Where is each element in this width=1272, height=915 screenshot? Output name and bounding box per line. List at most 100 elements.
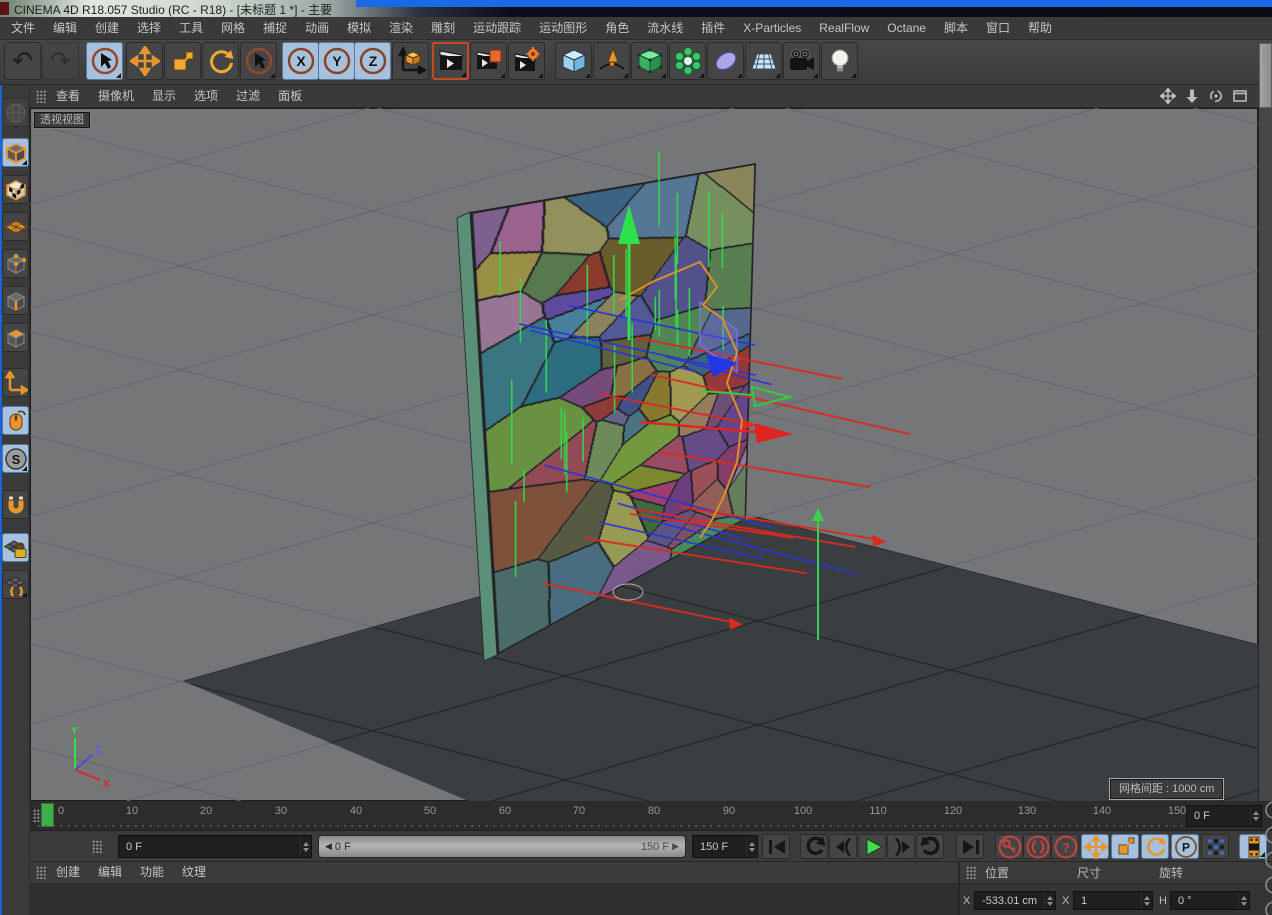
right-panel-splitter[interactable]: [1259, 43, 1272, 108]
menu-character[interactable]: 角色: [596, 17, 638, 40]
timeline-end-spinner[interactable]: 0 F: [1186, 805, 1262, 827]
stepper-icon[interactable]: [1044, 892, 1055, 909]
selection-tool-button[interactable]: [240, 42, 277, 80]
material-list-area[interactable]: [30, 884, 958, 915]
view-label[interactable]: 透视视图: [33, 111, 91, 129]
model-mode-button[interactable]: [2, 138, 29, 167]
position-x-field[interactable]: -533.01 cm: [974, 891, 1056, 910]
add-cube-button[interactable]: [555, 42, 592, 80]
menu-plugins[interactable]: 插件: [692, 17, 734, 40]
view-pan-icon[interactable]: [1160, 88, 1176, 104]
menu-simulate[interactable]: 模拟: [338, 17, 380, 40]
vp-menu-cameras[interactable]: 摄像机: [89, 85, 143, 108]
play-to-end-button[interactable]: [916, 834, 944, 859]
redo-button[interactable]: ↷: [42, 42, 79, 80]
menu-xparticles[interactable]: X-Particles: [734, 17, 810, 40]
material-menu-function[interactable]: 功能: [131, 861, 173, 884]
render-view-button[interactable]: [432, 42, 469, 80]
range-left-arrow-icon[interactable]: ◀: [319, 841, 335, 852]
next-frame-button[interactable]: [887, 834, 915, 859]
view-zoom-icon[interactable]: [1184, 88, 1200, 104]
timeline-playhead[interactable]: [41, 803, 54, 827]
light-button[interactable]: [821, 42, 858, 80]
spline-pen-button[interactable]: [593, 42, 630, 80]
voronoi-fractured-plane[interactable]: [470, 163, 757, 656]
floor-environment-button[interactable]: [745, 42, 782, 80]
material-menu-texture[interactable]: 纹理: [173, 861, 215, 884]
texture-mode-button[interactable]: [2, 175, 29, 204]
rotate-tool-button[interactable]: [202, 42, 239, 80]
material-grip[interactable]: [36, 866, 47, 879]
x-axis-handle-head[interactable]: [754, 423, 793, 443]
stepper-icon[interactable]: [300, 836, 311, 857]
menu-window[interactable]: 窗口: [977, 17, 1019, 40]
menu-motion-tracker[interactable]: 运动跟踪: [464, 17, 530, 40]
menu-mesh[interactable]: 网格: [212, 17, 254, 40]
render-picture-viewer-button[interactable]: [470, 42, 507, 80]
menu-mograph[interactable]: 运动图形: [530, 17, 596, 40]
goto-end-button[interactable]: [956, 834, 984, 859]
vp-menu-options[interactable]: 选项: [185, 85, 227, 108]
vp-menu-panel[interactable]: 面板: [269, 85, 311, 108]
window-titlebar[interactable]: CINEMA 4D R18.057 Studio (RC - R18) - [未…: [0, 0, 1272, 17]
selected-axis-head[interactable]: [750, 385, 794, 408]
menu-sculpt[interactable]: 雕刻: [422, 17, 464, 40]
material-menu-edit[interactable]: 编辑: [89, 861, 131, 884]
view-rotate-icon[interactable]: [1208, 88, 1224, 104]
workplane-mode-button[interactable]: [2, 212, 29, 241]
mograph-cloner-button[interactable]: [669, 42, 706, 80]
deformer-button[interactable]: [707, 42, 744, 80]
stepper-icon[interactable]: [746, 836, 757, 857]
menu-script[interactable]: 脚本: [935, 17, 977, 40]
key-position-toggle[interactable]: [1081, 833, 1109, 860]
menu-create[interactable]: 创建: [86, 17, 128, 40]
subdivision-surface-button[interactable]: [631, 42, 668, 80]
stepper-icon[interactable]: [1238, 892, 1249, 909]
stepper-icon[interactable]: [1141, 892, 1152, 909]
play-backward-button[interactable]: [800, 834, 828, 859]
x-axis-lock-button[interactable]: X: [282, 42, 319, 80]
render-settings-button[interactable]: [508, 42, 545, 80]
menu-file[interactable]: 文件: [2, 17, 44, 40]
undo-button[interactable]: ↶: [4, 42, 41, 80]
previous-frame-button[interactable]: [829, 834, 857, 859]
vp-menu-view[interactable]: 查看: [47, 85, 89, 108]
vp-menu-filter[interactable]: 过滤: [227, 85, 269, 108]
current-frame-spinner[interactable]: 0 F: [118, 835, 312, 858]
coordinate-globe-button[interactable]: [2, 98, 29, 127]
workplane-snap-button[interactable]: [2, 570, 29, 599]
transport-grip[interactable]: [92, 840, 103, 853]
coordinates-grip[interactable]: [966, 866, 977, 879]
edges-mode-button[interactable]: [2, 286, 29, 315]
autokey-button[interactable]: [1023, 834, 1051, 859]
scale-tool-button[interactable]: [164, 42, 201, 80]
right-edge-buttons[interactable]: [1262, 800, 1272, 915]
axis-mode-button[interactable]: [2, 368, 29, 397]
menu-help[interactable]: 帮助: [1019, 17, 1061, 40]
play-forward-button[interactable]: [858, 834, 886, 859]
y-axis-lock-button[interactable]: Y: [318, 42, 355, 80]
key-scale-toggle[interactable]: [1111, 834, 1139, 859]
tweak-mode-button[interactable]: [2, 406, 29, 435]
menu-animate[interactable]: 动画: [296, 17, 338, 40]
z-axis-lock-button[interactable]: Z: [354, 42, 391, 80]
keyframe-selection-button[interactable]: ?: [1051, 834, 1079, 859]
frame-range-slider[interactable]: ◀ 0 F 150 F ▶: [318, 835, 686, 858]
move-tool-button[interactable]: [126, 42, 163, 80]
key-pla-toggle[interactable]: [1201, 834, 1229, 859]
stepper-icon[interactable]: [1250, 806, 1261, 826]
live-selection-button[interactable]: [86, 42, 123, 80]
material-menu-create[interactable]: 创建: [47, 861, 89, 884]
menu-edit[interactable]: 编辑: [44, 17, 86, 40]
menu-snap[interactable]: 捕捉: [254, 17, 296, 40]
rotation-h-field[interactable]: 0 °: [1170, 891, 1250, 910]
menu-pipeline[interactable]: 流水线: [638, 17, 692, 40]
size-x-field[interactable]: 1: [1073, 891, 1153, 910]
coordinate-system-button[interactable]: [392, 42, 429, 80]
range-end-spinner[interactable]: 150 F: [692, 835, 758, 858]
workplane-lock-button[interactable]: [2, 533, 29, 562]
menu-tools[interactable]: 工具: [170, 17, 212, 40]
timeline-ruler[interactable]: 0 10 20 30 40 50 60 70 80 90 100 110 120…: [30, 801, 1272, 831]
menu-octane[interactable]: Octane: [878, 17, 935, 40]
polygons-mode-button[interactable]: [2, 323, 29, 352]
